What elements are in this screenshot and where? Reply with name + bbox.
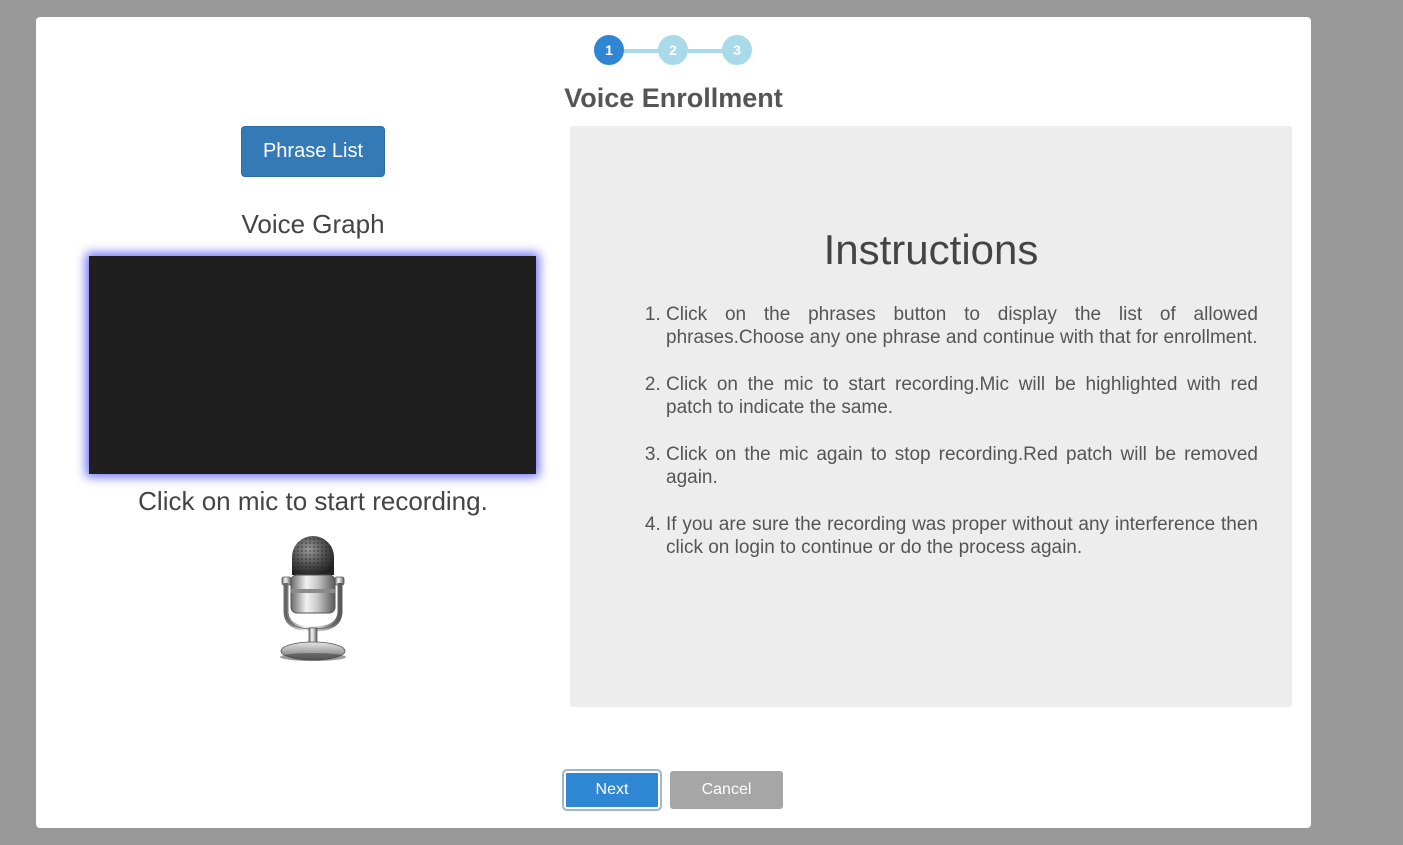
step-2: 2 xyxy=(658,35,688,65)
enrollment-modal: 1 2 3 Voice Enrollment Phrase List Voice… xyxy=(36,17,1311,828)
instructions-panel: Instructions Click on the phrases button… xyxy=(570,126,1292,707)
instruction-item: Click on the mic again to stop recording… xyxy=(666,443,1258,489)
mic-hint-text: Click on mic to start recording. xyxy=(138,486,488,516)
instruction-item: Click on the mic to start recording.Mic … xyxy=(666,373,1258,419)
step-3: 3 xyxy=(722,35,752,65)
step-connector xyxy=(688,49,724,53)
voice-graph-label: Voice Graph xyxy=(241,209,385,239)
next-button[interactable]: Next xyxy=(564,771,660,809)
step-1: 1 xyxy=(594,35,624,65)
instructions-list: Click on the phrases button to display t… xyxy=(620,303,1258,583)
voice-graph-canvas xyxy=(89,256,536,474)
instructions-title: Instructions xyxy=(823,226,1039,273)
microphone-icon[interactable] xyxy=(276,533,350,663)
step-connector xyxy=(624,49,660,53)
phrase-list-button[interactable]: Phrase List xyxy=(241,126,385,177)
instruction-item: If you are sure the recording was proper… xyxy=(666,513,1258,559)
cancel-button[interactable]: Cancel xyxy=(670,771,783,809)
stepper: 1 2 3 xyxy=(594,35,754,67)
page-title: Voice Enrollment xyxy=(564,83,783,113)
instruction-item: Click on the phrases button to display t… xyxy=(666,303,1258,349)
